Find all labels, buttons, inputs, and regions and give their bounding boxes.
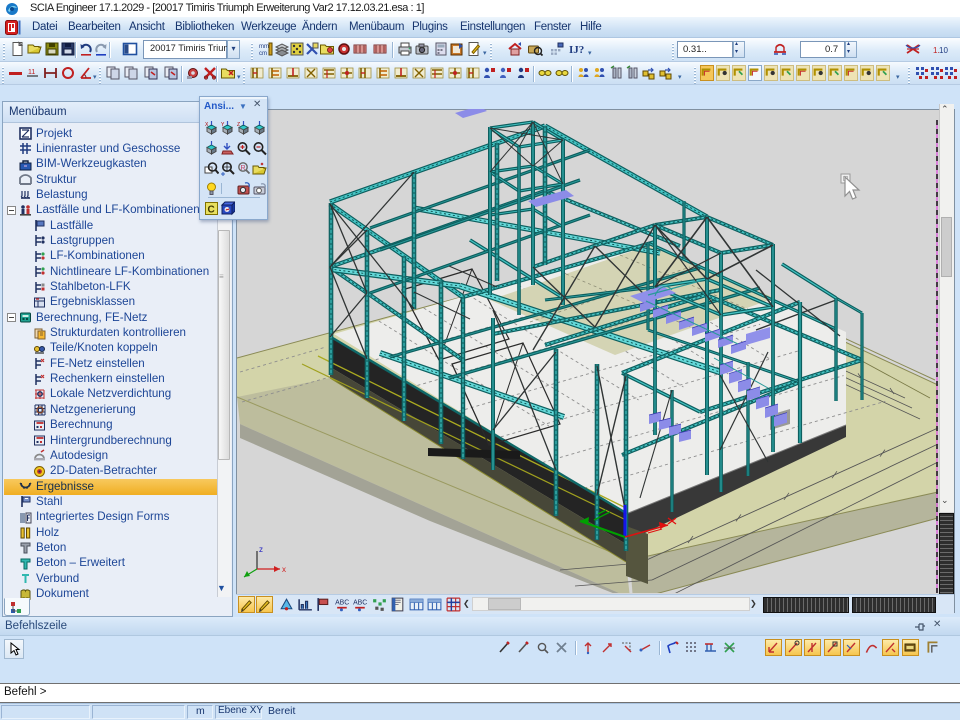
- svg-text:mm: mm: [259, 44, 269, 50]
- svg-text:IJ?: IJ?: [569, 44, 584, 56]
- svg-text:x: x: [282, 565, 286, 574]
- svg-text:ABC: ABC: [335, 600, 349, 607]
- svg-text:10: 10: [939, 46, 948, 55]
- svg-text:C: C: [208, 205, 215, 216]
- svg-text:cm: cm: [259, 51, 267, 57]
- svg-text:R: R: [241, 165, 246, 172]
- svg-text:z: z: [259, 545, 263, 554]
- svg-text:ABC: ABC: [353, 600, 367, 607]
- svg-text:11: 11: [28, 69, 35, 76]
